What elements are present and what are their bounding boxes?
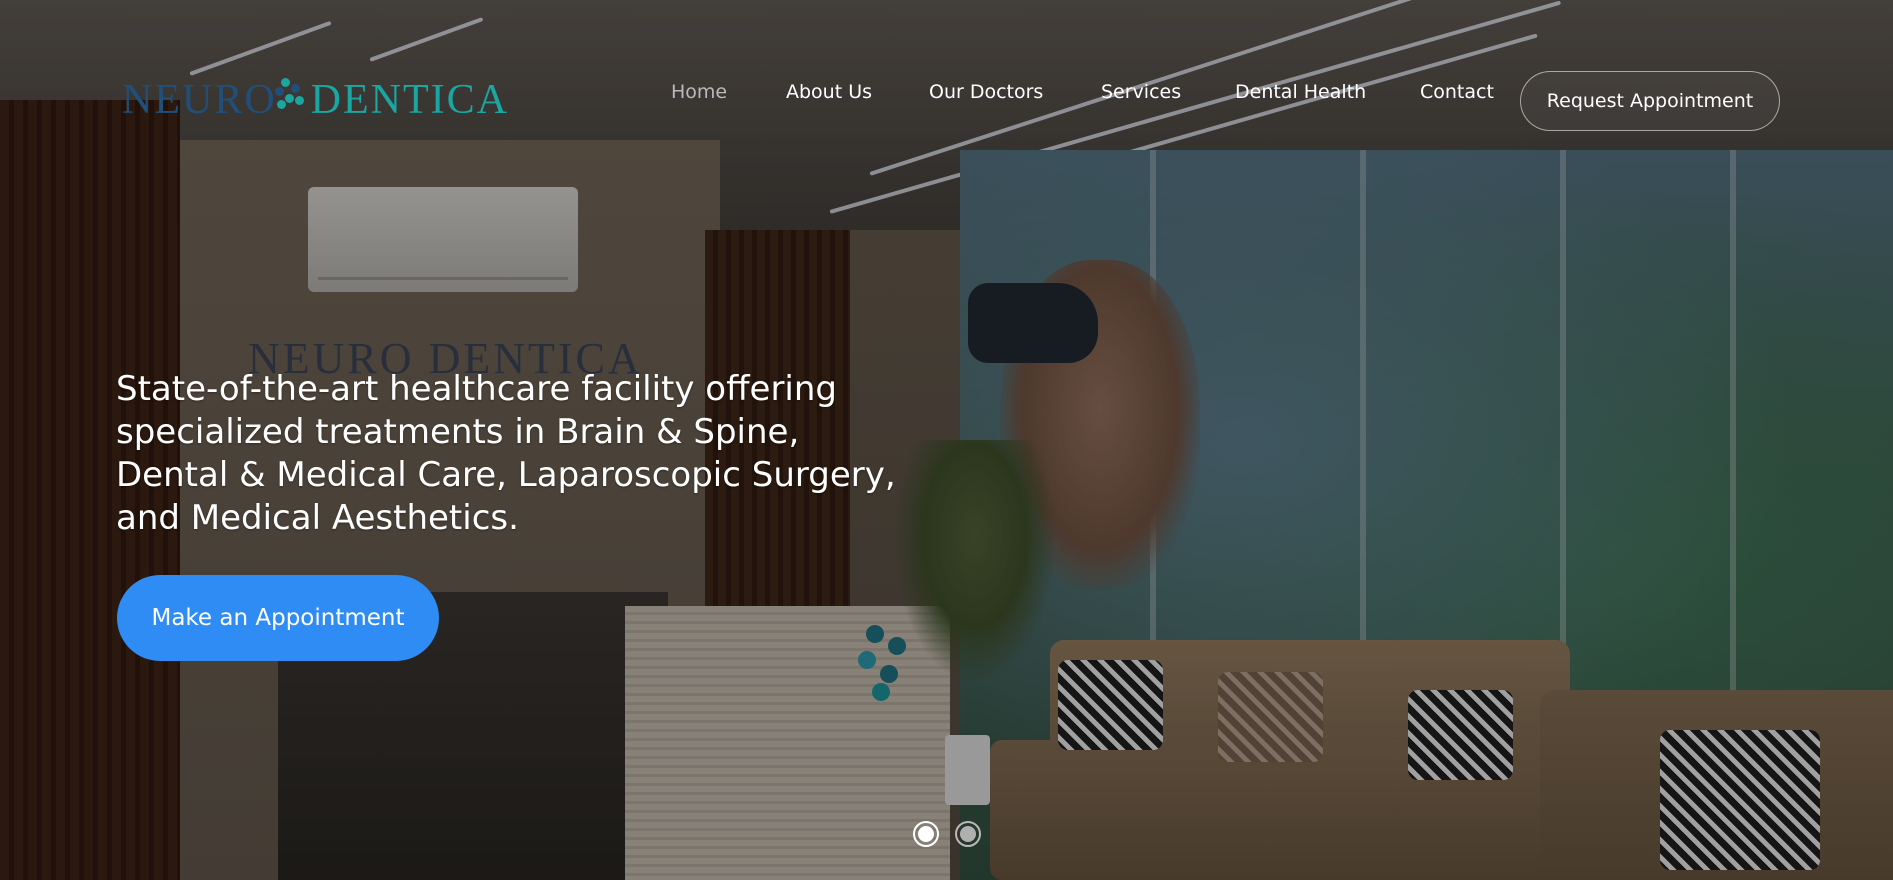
nav-our-doctors[interactable]: Our Doctors: [929, 81, 1043, 103]
nav-about-us[interactable]: About Us: [786, 81, 872, 103]
carousel-dot-1[interactable]: [913, 821, 939, 847]
hero-headline: State-of-the-art healthcare facility off…: [116, 369, 896, 538]
logo-text-neuro: NEURO: [122, 77, 277, 123]
nav-dental-health[interactable]: Dental Health: [1235, 81, 1366, 103]
nav-services[interactable]: Services: [1101, 81, 1181, 103]
logo-molecule-icon: [263, 78, 305, 122]
site-logo[interactable]: NEURO DENTICA: [122, 76, 509, 124]
carousel-dot-2[interactable]: [955, 821, 981, 847]
request-appointment-button[interactable]: Request Appointment: [1520, 71, 1780, 131]
logo-text-dentica: DENTICA: [310, 77, 509, 123]
nav-home[interactable]: Home: [671, 81, 727, 103]
make-appointment-button[interactable]: Make an Appointment: [117, 575, 439, 661]
nav-contact[interactable]: Contact: [1420, 81, 1494, 103]
